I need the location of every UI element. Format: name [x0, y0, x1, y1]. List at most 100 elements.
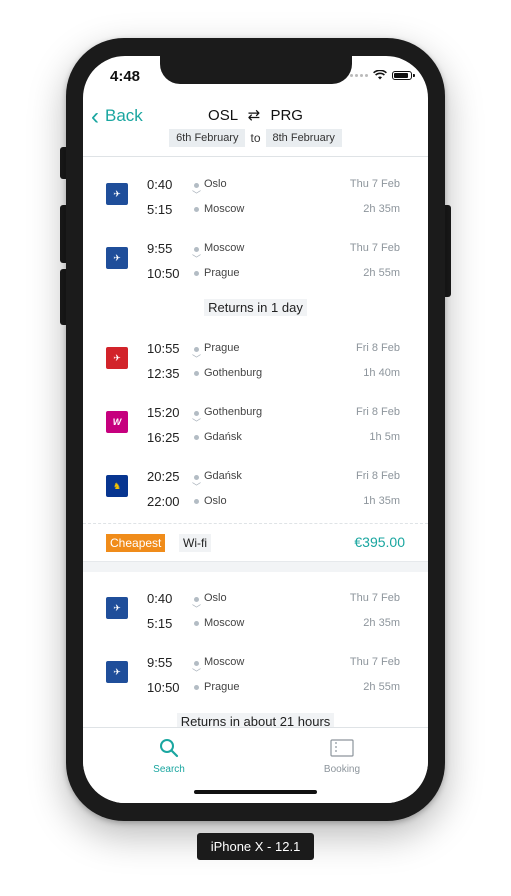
date-from-chip[interactable]: 6th February	[169, 129, 246, 147]
arrival-time: 5:15	[147, 616, 173, 631]
trip-separator	[83, 561, 428, 572]
departure-city: Oslo	[204, 592, 227, 604]
origin-code: OSL	[208, 107, 238, 124]
arrival-city: Moscow	[204, 203, 245, 215]
battery-icon	[392, 70, 415, 80]
flight-leg[interactable]: W 15:20 16:25 ﹀ Gothenburg Gdańsk Fri 8 …	[83, 399, 428, 455]
wizz-logo-icon: W	[106, 411, 128, 433]
arrival-city: Prague	[204, 267, 240, 279]
departure-time: 0:40	[147, 591, 173, 606]
departure-time: 9:55	[147, 655, 173, 670]
arrival-city: Moscow	[204, 617, 245, 629]
aeroflot-logo-icon: ✈	[106, 247, 128, 269]
flight-leg[interactable]: ♞ 20:25 22:00 ﹀ Gdańsk Oslo Fri 8 Feb 1h…	[83, 463, 428, 519]
flight-duration: 1h 40m	[363, 367, 400, 379]
departure-city: Prague	[204, 342, 240, 354]
departure-time: 9:55	[147, 241, 173, 256]
arrival-city: Oslo	[204, 495, 227, 507]
destination-dot-icon	[194, 271, 199, 276]
departure-city: Oslo	[204, 178, 227, 190]
flight-duration: 2h 35m	[363, 203, 400, 215]
layover-label: Returns in about 21 hours	[83, 713, 428, 727]
date-to-chip[interactable]: 8th February	[265, 129, 342, 147]
flight-leg[interactable]: ✈ 10:55 12:35 ﹀ Prague Gothenburg Fri 8 …	[83, 335, 428, 391]
arrival-city: Gdańsk	[204, 431, 242, 443]
flight-date: Thu 7 Feb	[349, 178, 400, 190]
departure-city: Gdańsk	[204, 470, 242, 482]
route-title: OSL ⇄ PRG	[83, 106, 428, 124]
ryanair-logo-icon: ♞	[106, 475, 128, 497]
flight-duration: 2h 55m	[363, 681, 400, 693]
chevron-down-icon: ﹀	[192, 418, 202, 428]
date-range: 6th February to 8th February	[83, 129, 428, 147]
departure-city: Moscow	[204, 656, 245, 668]
arrival-time: 16:25	[147, 430, 180, 445]
layover-label: Returns in 1 day	[83, 299, 428, 316]
flight-leg[interactable]: ✈ 0:40 5:15 ﹀ Oslo Moscow Thu 7 Feb 2h 3…	[83, 171, 428, 227]
norwegian-logo-icon: ✈	[106, 347, 128, 369]
wifi-icon	[373, 70, 387, 80]
nav-header: ‹ Back OSL ⇄ PRG 6th February to 8th Feb…	[83, 100, 428, 157]
flight-duration: 1h 5m	[369, 431, 400, 443]
home-indicator[interactable]	[194, 790, 317, 794]
wifi-badge: Wi-fi	[179, 534, 211, 552]
chevron-down-icon: ﹀	[192, 190, 202, 200]
flight-date: Fri 8 Feb	[355, 342, 400, 354]
destination-dot-icon	[194, 499, 199, 504]
chevron-down-icon: ﹀	[192, 254, 202, 264]
destination-dot-icon	[194, 685, 199, 690]
arrival-time: 5:15	[147, 202, 173, 217]
ticket-icon	[282, 736, 402, 760]
status-icons	[350, 70, 415, 80]
tab-search[interactable]: Search	[109, 736, 229, 775]
departure-city: Moscow	[204, 242, 245, 254]
chevron-down-icon: ﹀	[192, 604, 202, 614]
departure-time: 20:25	[147, 469, 180, 484]
cheapest-badge: Cheapest	[106, 534, 166, 552]
aeroflot-logo-icon: ✈	[106, 183, 128, 205]
flight-leg[interactable]: ✈ 9:55 10:50 ﹀ Moscow Prague Thu 7 Feb 2…	[83, 235, 428, 291]
returns-text: Returns in 1 day	[204, 299, 307, 316]
flight-date: Fri 8 Feb	[355, 406, 400, 418]
flight-date: Thu 7 Feb	[349, 242, 400, 254]
chevron-down-icon: ﹀	[192, 482, 202, 492]
flight-date: Fri 8 Feb	[355, 470, 400, 482]
destination-dot-icon	[194, 621, 199, 626]
departure-time: 10:55	[147, 341, 180, 356]
status-time: 4:48	[110, 68, 141, 85]
flight-date: Thu 7 Feb	[349, 592, 400, 604]
departure-time: 15:20	[147, 405, 180, 420]
notch	[160, 56, 352, 84]
flight-leg[interactable]: ✈ 0:40 5:15 ﹀ Oslo Moscow Thu 7 Feb 2h 3…	[83, 585, 428, 641]
arrival-city: Gothenburg	[204, 367, 263, 379]
tab-booking-label: Booking	[323, 764, 361, 775]
flight-duration: 2h 35m	[363, 617, 400, 629]
flight-leg[interactable]: ✈ 9:55 10:50 ﹀ Moscow Prague Thu 7 Feb 2…	[83, 649, 428, 705]
tab-search-label: Search	[153, 764, 185, 775]
flight-duration: 2h 55m	[363, 267, 400, 279]
destination-dot-icon	[194, 435, 199, 440]
trip-price: €395.00	[354, 534, 405, 550]
flight-duration: 1h 35m	[363, 495, 400, 507]
arrival-time: 10:50	[147, 680, 180, 695]
trip-summary[interactable]: Cheapest Wi-fi €395.00	[83, 523, 428, 562]
cellular-signal-icon	[350, 73, 368, 77]
app-screen: 4:48 ‹ Back OSL ⇄ PRG 6th February to 8t…	[83, 56, 428, 803]
results-list[interactable]: ✈ 0:40 5:15 ﹀ Oslo Moscow Thu 7 Feb 2h 3…	[83, 157, 428, 727]
aeroflot-logo-icon: ✈	[106, 661, 128, 683]
arrival-time: 12:35	[147, 366, 180, 381]
chevron-down-icon: ﹀	[192, 354, 202, 364]
arrival-city: Prague	[204, 681, 240, 693]
swap-icon[interactable]: ⇄	[248, 106, 261, 124]
departure-city: Gothenburg	[204, 406, 263, 418]
search-icon	[109, 736, 229, 760]
device-label: iPhone X - 12.1	[197, 833, 314, 860]
arrival-time: 22:00	[147, 494, 180, 509]
aeroflot-logo-icon: ✈	[106, 597, 128, 619]
returns-text: Returns in about 21 hours	[176, 713, 335, 727]
date-to-word: to	[250, 131, 261, 145]
tab-booking[interactable]: Booking	[282, 736, 402, 775]
destination-dot-icon	[194, 207, 199, 212]
flight-date: Thu 7 Feb	[349, 656, 400, 668]
destination-dot-icon	[194, 371, 199, 376]
